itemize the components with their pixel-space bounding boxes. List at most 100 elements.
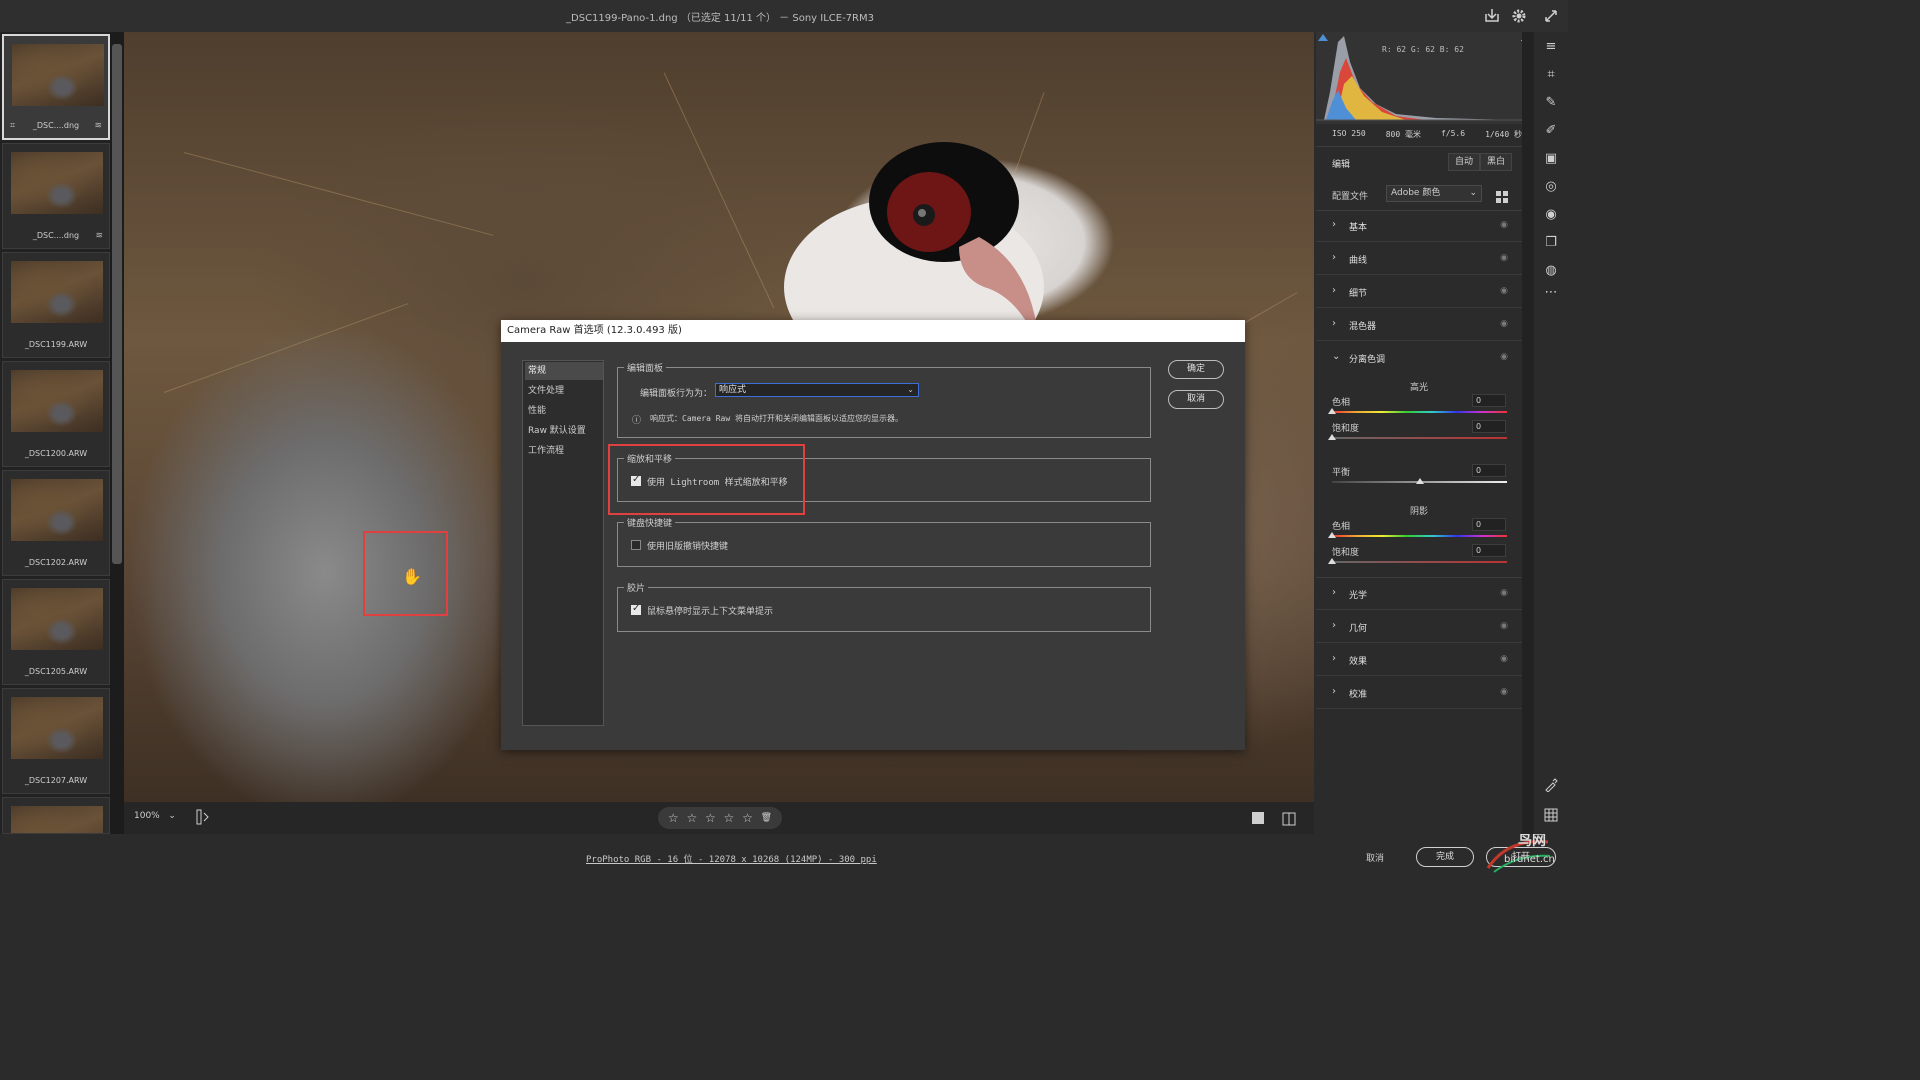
sh-sat-slider[interactable] [1332,561,1507,563]
sh-hue-input[interactable]: 0 [1472,518,1506,531]
nav-item-file-handling[interactable]: 文件处理 [525,382,603,400]
presets-icon[interactable]: ◍ [1542,262,1560,280]
filmstrip-thumb[interactable] [2,797,110,834]
hl-sat-input[interactable]: 0 [1472,420,1506,433]
star-icon[interactable]: ☆ [686,811,697,825]
filmstrip-thumb[interactable]: _DSC1199.ARW [2,252,110,358]
nav-item-raw-defaults[interactable]: Raw 默认设置 [525,422,603,440]
thumb-filename: _DSC1202.ARW [24,558,88,567]
bw-button[interactable]: 黑白 [1480,153,1513,171]
star-icon[interactable]: ☆ [705,811,716,825]
thumbnail-image [11,588,103,650]
eye-icon[interactable]: ◉ [1500,220,1508,230]
slider-thumb[interactable] [1328,558,1336,564]
panel-behavior-select[interactable]: 响应式 ⌄ [715,383,919,397]
eye-icon[interactable]: ◉ [1500,687,1508,697]
more-icon[interactable]: ⋯ [1542,284,1560,302]
single-view-icon[interactable] [1252,812,1264,824]
collapse-icon[interactable] [1541,6,1561,26]
thumb-filename: _DSC....dng [32,231,80,240]
star-icon[interactable]: ☆ [742,811,753,825]
gear-icon[interactable] [1509,6,1529,26]
done-button[interactable]: 完成 [1416,847,1474,867]
hl-hue-input[interactable]: 0 [1472,394,1506,407]
nav-item-general[interactable]: 常规 [525,362,603,380]
eye-icon[interactable]: ◉ [1500,352,1508,362]
slider-thumb[interactable] [1328,408,1336,414]
trash-icon[interactable]: 🗑 [761,813,772,823]
sliders-icon[interactable]: ≡ [1542,38,1560,56]
eye-icon[interactable]: ◉ [1500,286,1508,296]
filmstrip-thumb[interactable]: _DSC1205.ARW [2,579,110,685]
gradient-icon[interactable]: ▣ [1542,150,1560,168]
eye-icon[interactable]: ◉ [1500,253,1508,263]
scrollbar-thumb[interactable] [112,44,122,564]
nav-item-workflow[interactable]: 工作流程 [525,442,603,460]
star-icon[interactable]: ☆ [724,811,735,825]
sh-hue-slider[interactable] [1332,535,1507,537]
profile-browser-icon[interactable] [1496,188,1508,203]
star-rating[interactable]: ☆ ☆ ☆ ☆ ☆ 🗑 [658,807,782,829]
snapshots-icon[interactable]: ❐ [1542,234,1560,252]
section-split-toning[interactable]: ⌄ 分离色调 ◉ [1316,342,1522,374]
chevron-right-icon: › [1332,587,1336,598]
slider-thumb[interactable] [1328,532,1336,538]
cancel-button[interactable]: 取消 [1366,851,1384,864]
section-calibration[interactable]: › 校准 ◉ [1316,677,1522,709]
filmstrip: ⌗ _DSC....dng ≋ _DSC....dng ≋ _DSC1199.A… [0,32,124,834]
filmstrip-scrollbar[interactable] [110,32,124,834]
thumb-filename: _DSC1199.ARW [24,340,88,349]
thumbnail-image [11,806,103,833]
grid-icon[interactable] [1542,808,1560,826]
slider-thumb[interactable] [1415,478,1424,484]
hover-menu-hint-checkbox[interactable] [631,603,641,615]
heal-icon[interactable]: ✎ [1542,94,1560,112]
brush-icon[interactable]: ✐ [1542,122,1560,140]
ok-button[interactable]: 确定 [1168,360,1224,379]
shadow-clipping-icon[interactable] [1318,34,1328,41]
auto-button[interactable]: 自动 [1448,153,1481,171]
radial-icon[interactable]: ◎ [1542,178,1560,196]
save-icon[interactable] [1482,6,1502,26]
star-icon[interactable]: ☆ [668,811,679,825]
section-mixer[interactable]: › 混色器 ◉ [1316,309,1522,341]
hl-hue-slider[interactable] [1332,411,1507,413]
zoom-level[interactable]: 100% ⌄ [134,811,176,821]
group-title: 键盘快捷键 [624,516,676,529]
section-basic[interactable]: › 基本 ◉ [1316,210,1522,242]
workflow-options-link[interactable]: ProPhoto RGB - 16 位 - 12078 x 10268 (124… [586,852,877,865]
redeye-icon[interactable]: ◉ [1542,206,1560,224]
panel-scrollbar[interactable] [1522,32,1534,834]
nav-item-performance[interactable]: 性能 [525,402,603,420]
filmstrip-toggle-icon[interactable] [196,809,210,825]
hl-sat-slider[interactable] [1332,437,1507,439]
legacy-undo-checkbox[interactable] [631,540,641,550]
highlights-heading: 高光 [1409,383,1428,393]
eye-icon[interactable]: ◉ [1500,621,1508,631]
balance-input[interactable]: 0 [1472,464,1506,477]
filmstrip-thumb[interactable]: _DSC1202.ARW [2,470,110,576]
section-effects[interactable]: › 效果 ◉ [1316,644,1522,676]
filmstrip-thumb[interactable]: _DSC....dng ≋ [2,143,110,249]
eye-icon[interactable]: ◉ [1500,588,1508,598]
window-title: _DSC1199-Pano-1.dng （已选定 11/11 个） － Sony… [566,13,874,24]
before-after-icon[interactable] [1282,811,1296,826]
sh-sat-input[interactable]: 0 [1472,544,1506,557]
filmstrip-thumb[interactable]: ⌗ _DSC....dng ≋ [2,34,110,140]
eye-icon[interactable]: ◉ [1500,654,1508,664]
filmstrip-thumb[interactable]: _DSC1200.ARW [2,361,110,467]
section-detail[interactable]: › 细节 ◉ [1316,276,1522,308]
section-label: 校准 [1349,690,1368,700]
profile-select[interactable]: Adobe 颜色 ⌄ [1386,185,1482,202]
section-geometry[interactable]: › 几何 ◉ [1316,611,1522,643]
section-curve[interactable]: › 曲线 ◉ [1316,243,1522,275]
chevron-right-icon: › [1332,318,1336,329]
filmstrip-thumb[interactable]: _DSC1207.ARW [2,688,110,794]
adjust-icon: ≋ [95,231,103,241]
slider-thumb[interactable] [1328,434,1336,440]
cancel-button[interactable]: 取消 [1168,390,1224,409]
section-optics[interactable]: › 光学 ◉ [1316,578,1522,610]
eye-icon[interactable]: ◉ [1500,319,1508,329]
eyedropper-icon[interactable] [1542,778,1560,796]
crop-icon[interactable]: ⌗ [1542,66,1560,84]
